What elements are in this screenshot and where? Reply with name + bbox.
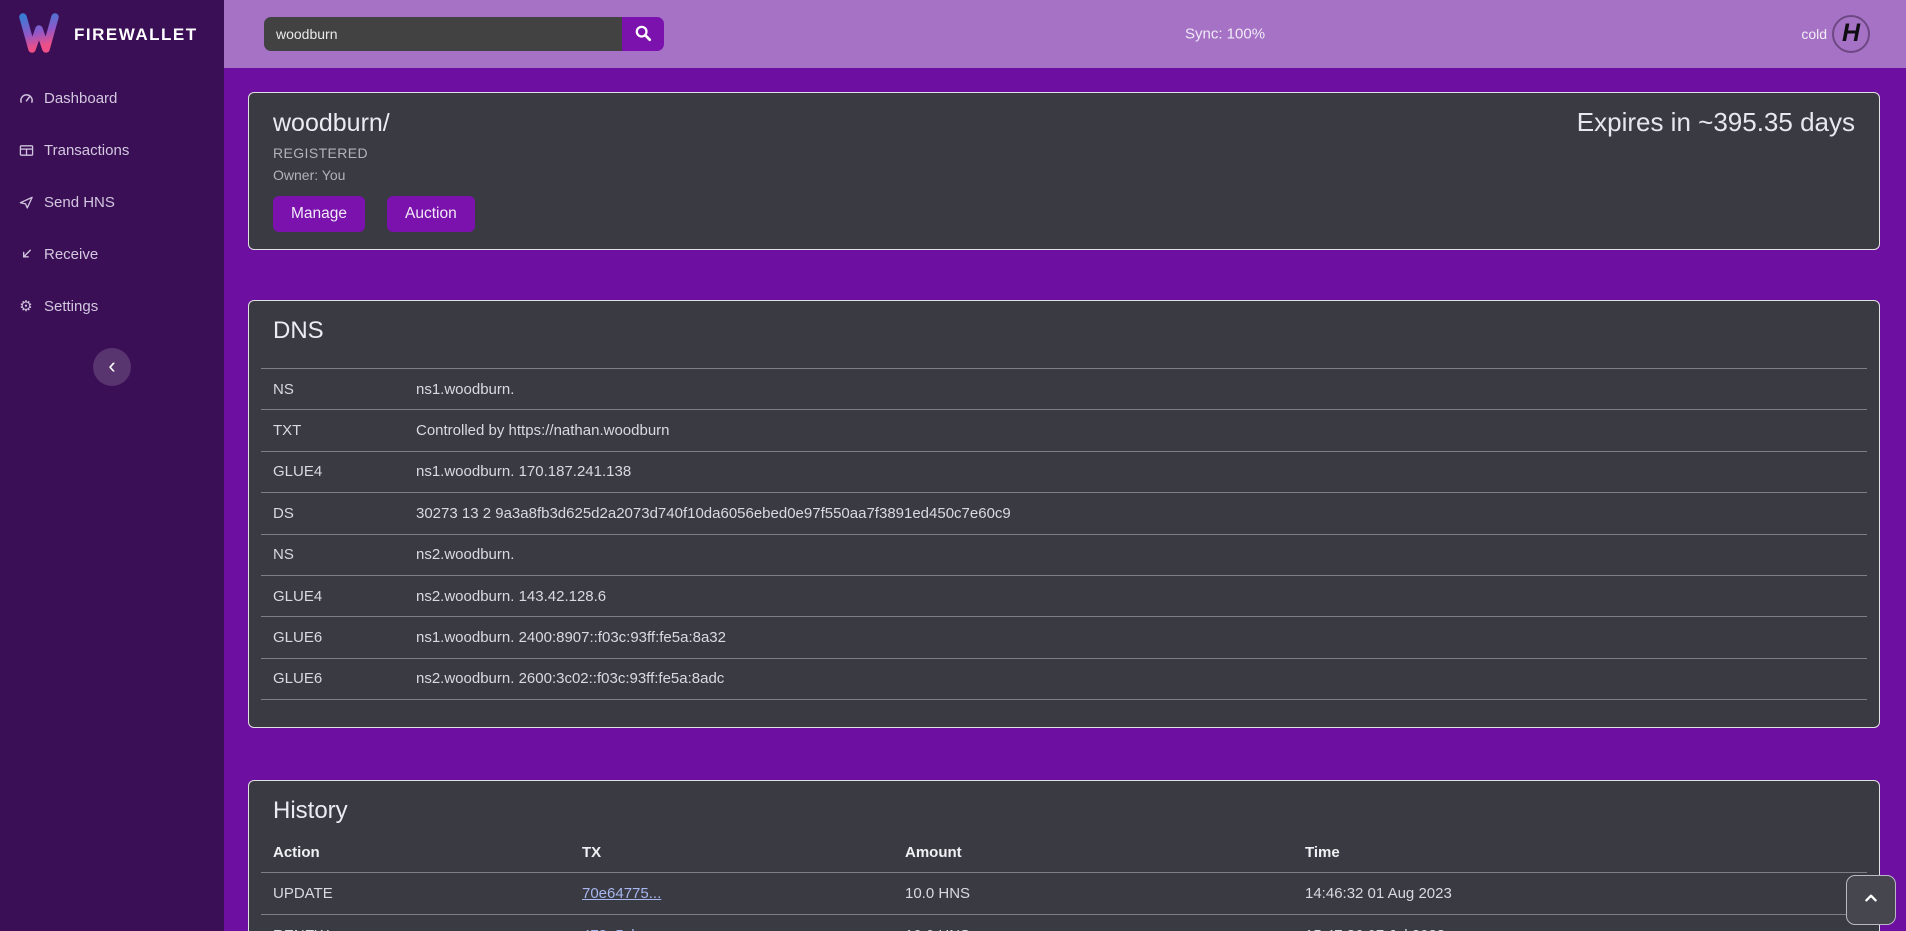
brand-name: FIREWALLET <box>74 25 198 45</box>
history-row: RENEW473a5cb... 10.0 HNS15:47:36 07 Jul 2… <box>261 914 1867 931</box>
domain-owner: Owner: You <box>273 167 1855 183</box>
hns-logo-icon[interactable]: H <box>1832 15 1870 53</box>
domain-card: woodburn/ REGISTERED Owner: You Manage A… <box>248 92 1880 250</box>
receive-icon <box>18 247 34 262</box>
topbar: Sync: 100% cold H <box>224 0 1906 68</box>
sidebar-collapse-button[interactable]: ‹ <box>93 348 131 386</box>
manage-button[interactable]: Manage <box>273 196 365 232</box>
column-header-time: Time <box>1305 844 1867 861</box>
history-tx-cell: 70e64775... <box>582 885 905 902</box>
dns-record-value: Controlled by https://nathan.woodburn <box>416 422 1867 439</box>
history-table-header: Action TX Amount Time <box>261 833 1867 872</box>
dns-record-row: TXTControlled by https://nathan.woodburn <box>261 409 1867 450</box>
sidebar-item-label: Settings <box>44 298 98 315</box>
dns-record-row: NSns1.woodburn. <box>261 368 1867 409</box>
dns-table-body: NSns1.woodburn.TXTControlled by https://… <box>261 368 1867 700</box>
domain-actions: Manage Auction <box>273 196 1855 232</box>
history-action: RENEW <box>273 927 582 931</box>
history-table: Action TX Amount Time UPDATE70e64775... 1… <box>261 833 1867 931</box>
wallet-mode-label: cold <box>1801 26 1827 42</box>
sidebar-item-send-hns[interactable]: Send HNS <box>0 176 224 228</box>
history-amount: 10.0 HNS <box>905 927 1305 931</box>
dns-record-value: ns1.woodburn. 2400:8907::f03c:93ff:fe5a:… <box>416 629 1867 646</box>
history-time: 15:47:36 07 Jul 2023 <box>1305 927 1867 931</box>
history-tx-cell: 473a5cb... <box>582 927 905 931</box>
dns-record-type: TXT <box>273 422 416 439</box>
history-time: 14:46:32 01 Aug 2023 <box>1305 885 1867 902</box>
dns-record-type: GLUE4 <box>273 463 416 480</box>
dns-card-title: DNS <box>249 301 1879 345</box>
search-bar <box>264 17 664 51</box>
sync-status: Sync: 100% <box>1185 26 1265 43</box>
dns-record-row: GLUE6ns2.woodburn. 2600:3c02::f03c:93ff:… <box>261 658 1867 699</box>
dns-record-row: GLUE4ns1.woodburn. 170.187.241.138 <box>261 451 1867 492</box>
main-content: woodburn/ REGISTERED Owner: You Manage A… <box>224 68 1906 931</box>
domain-status: REGISTERED <box>273 145 1855 161</box>
firewallet-logo-icon <box>17 12 61 59</box>
tx-link[interactable]: 473a5cb... <box>582 927 652 931</box>
sidebar-item-label: Send HNS <box>44 194 115 211</box>
history-amount: 10.0 HNS <box>905 885 1305 902</box>
dns-record-type: GLUE4 <box>273 588 416 605</box>
dns-record-value: ns2.woodburn. 143.42.128.6 <box>416 588 1867 605</box>
dns-record-row: GLUE6ns1.woodburn. 2400:8907::f03c:93ff:… <box>261 616 1867 657</box>
sidebar-item-settings[interactable]: ⚙ Settings <box>0 280 224 332</box>
history-card-title: History <box>249 781 1879 825</box>
history-action: UPDATE <box>273 885 582 902</box>
dns-record-row: DS30273 13 2 9a3a8fb3d625d2a2073d740f10d… <box>261 492 1867 533</box>
dns-record-row: NSns2.woodburn. <box>261 534 1867 575</box>
dns-record-row: GLUE4ns2.woodburn. 143.42.128.6 <box>261 575 1867 616</box>
chevron-left-icon: ‹ <box>108 355 115 377</box>
sidebar-item-transactions[interactable]: Transactions <box>0 124 224 176</box>
search-button[interactable] <box>622 17 664 51</box>
history-table-body: UPDATE70e64775...10.0 HNS14:46:32 01 Aug… <box>261 872 1867 931</box>
dns-record-type: DS <box>273 505 416 522</box>
chevron-up-icon <box>1860 887 1882 914</box>
search-icon <box>634 24 652 45</box>
sidebar-nav: Dashboard Transactions Send HNS <box>0 72 224 332</box>
search-input[interactable] <box>264 17 622 51</box>
auction-button[interactable]: Auction <box>387 196 475 232</box>
dns-card: DNS NSns1.woodburn.TXTControlled by http… <box>248 300 1880 728</box>
sidebar-item-label: Dashboard <box>44 90 117 107</box>
scroll-to-top-button[interactable] <box>1846 875 1896 925</box>
dashboard-icon <box>18 91 34 106</box>
dns-record-type: GLUE6 <box>273 670 416 687</box>
sidebar-item-dashboard[interactable]: Dashboard <box>0 72 224 124</box>
gear-icon: ⚙ <box>18 299 34 314</box>
domain-expiry: Expires in ~395.35 days <box>1577 107 1855 138</box>
sidebar-item-label: Receive <box>44 246 98 263</box>
transactions-icon <box>18 143 34 158</box>
tx-link[interactable]: 70e64775... <box>582 885 661 902</box>
dns-record-value: ns1.woodburn. 170.187.241.138 <box>416 463 1867 480</box>
sidebar-item-label: Transactions <box>44 142 129 159</box>
dns-record-value: ns2.woodburn. 2600:3c02::f03c:93ff:fe5a:… <box>416 670 1867 687</box>
column-header-action: Action <box>273 844 582 861</box>
dns-record-type: GLUE6 <box>273 629 416 646</box>
send-icon <box>18 195 34 210</box>
dns-record-type: NS <box>273 381 416 398</box>
sidebar: FIREWALLET Dashboard Transactions <box>0 0 224 931</box>
column-header-tx: TX <box>582 844 905 861</box>
dns-record-value: ns1.woodburn. <box>416 381 1867 398</box>
column-header-amount: Amount <box>905 844 1305 861</box>
history-row: UPDATE70e64775... 10.0 HNS14:46:32 01 Aug… <box>261 872 1867 914</box>
brand: FIREWALLET <box>0 0 224 58</box>
dns-record-value: ns2.woodburn. <box>416 546 1867 563</box>
dns-record-value: 30273 13 2 9a3a8fb3d625d2a2073d740f10da6… <box>416 505 1867 522</box>
history-card: History Action TX Amount Time UPDATE70e6… <box>248 780 1880 931</box>
sidebar-item-receive[interactable]: Receive <box>0 228 224 280</box>
dns-record-type: NS <box>273 546 416 563</box>
